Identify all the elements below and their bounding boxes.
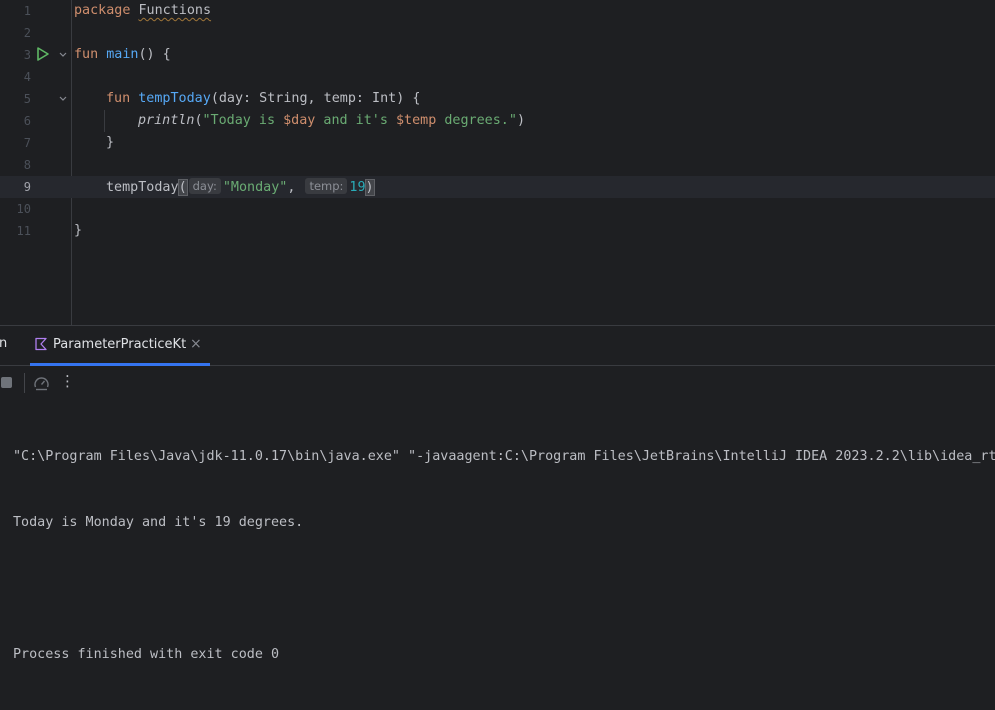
code-text: } xyxy=(74,223,83,238)
line-number: 6 xyxy=(23,114,31,128)
code-text: (day: String, temp: Int) { xyxy=(210,91,421,106)
kotlin-file-icon xyxy=(35,337,47,351)
code-line-5[interactable]: 5 fun tempToday(day: String, temp: Int) … xyxy=(0,88,995,110)
line-number: 9 xyxy=(23,180,31,194)
code-line-3[interactable]: 3 fun main() { xyxy=(0,44,995,66)
run-gutter-icon[interactable] xyxy=(36,46,50,62)
run-toolbar: ⋮ xyxy=(0,366,995,398)
run-tool-window[interactable]: n ParameterPracticeKt × ⋮ "C:\Program Fi… xyxy=(0,325,995,662)
fold-icon[interactable] xyxy=(58,47,68,63)
tab-label: ParameterPracticeKt xyxy=(53,337,187,352)
package-name[interactable]: Functions xyxy=(139,3,212,18)
toolbar-separator xyxy=(24,373,25,393)
template-variable: $temp xyxy=(396,113,437,128)
string-literal: and it's xyxy=(315,113,396,128)
line-number: 8 xyxy=(23,158,31,172)
string-literal: "Monday" xyxy=(222,180,288,195)
line-number: 5 xyxy=(23,92,31,106)
console-output[interactable]: "C:\Program Files\Java\jdk-11.0.17\bin\j… xyxy=(13,402,995,710)
code-line-4[interactable]: 4 xyxy=(0,66,995,88)
console-line-exit: Process finished with exit code 0 xyxy=(13,647,280,662)
console-line-output: Today is Monday and it's 19 degrees. xyxy=(13,515,304,530)
template-variable: $day xyxy=(283,113,316,128)
string-literal: "Today is xyxy=(202,113,284,128)
fold-icon[interactable] xyxy=(58,91,68,107)
keyword-fun: fun xyxy=(74,47,99,62)
code-line-6[interactable]: 6 println("Today is $day and it's $temp … xyxy=(0,110,995,132)
keyword-package: package xyxy=(74,3,131,18)
function-name-main[interactable]: main xyxy=(106,47,138,62)
line-number: 7 xyxy=(23,136,31,150)
code-line-8[interactable]: 8 xyxy=(0,154,995,176)
code-line-9-current[interactable]: 9 tempToday(day: "Monday", temp: 19) xyxy=(0,176,995,198)
function-call-println[interactable]: println xyxy=(138,113,194,128)
line-number: 1 xyxy=(23,4,31,18)
number-literal: 19 xyxy=(349,180,366,195)
function-name-temptoday[interactable]: tempToday xyxy=(138,91,211,106)
paren: ( xyxy=(194,113,203,128)
stop-icon[interactable] xyxy=(1,377,12,388)
code-line-10[interactable]: 10 xyxy=(0,198,995,220)
performance-gauge-icon[interactable] xyxy=(33,375,50,392)
line-number: 4 xyxy=(23,70,31,84)
tab-parameterpracticekt[interactable]: ParameterPracticeKt × xyxy=(30,326,210,366)
line-number: 2 xyxy=(23,26,31,40)
run-tab-bar: n ParameterPracticeKt × xyxy=(0,326,995,366)
matched-bracket: ) xyxy=(364,179,375,196)
string-literal: degrees." xyxy=(436,113,517,128)
comma: , xyxy=(287,180,296,195)
parameter-hint-day: day: xyxy=(188,178,221,194)
tool-window-title-partial: n xyxy=(0,336,8,351)
code-line-2[interactable]: 2 xyxy=(0,22,995,44)
close-icon[interactable]: × xyxy=(190,336,202,352)
more-options-icon[interactable]: ⋮ xyxy=(60,372,75,392)
code-text: () { xyxy=(138,47,171,62)
line-number: 10 xyxy=(16,202,31,216)
keyword-fun: fun xyxy=(106,91,131,106)
paren: ) xyxy=(516,113,525,128)
function-call-temptoday[interactable]: tempToday xyxy=(106,180,179,195)
matched-bracket: ( xyxy=(177,179,188,196)
code-editor[interactable]: 1 package Functions 2 3 fun main() { 4 5… xyxy=(0,0,995,325)
code-text: } xyxy=(106,135,115,150)
parameter-hint-temp: temp: xyxy=(305,178,348,194)
line-number: 3 xyxy=(23,48,31,62)
code-line-11[interactable]: 11 } xyxy=(0,220,995,242)
console-line-command: "C:\Program Files\Java\jdk-11.0.17\bin\j… xyxy=(13,449,995,464)
line-number: 11 xyxy=(16,224,31,238)
code-line-7[interactable]: 7 } xyxy=(0,132,995,154)
code-line-1[interactable]: 1 package Functions xyxy=(0,0,995,22)
